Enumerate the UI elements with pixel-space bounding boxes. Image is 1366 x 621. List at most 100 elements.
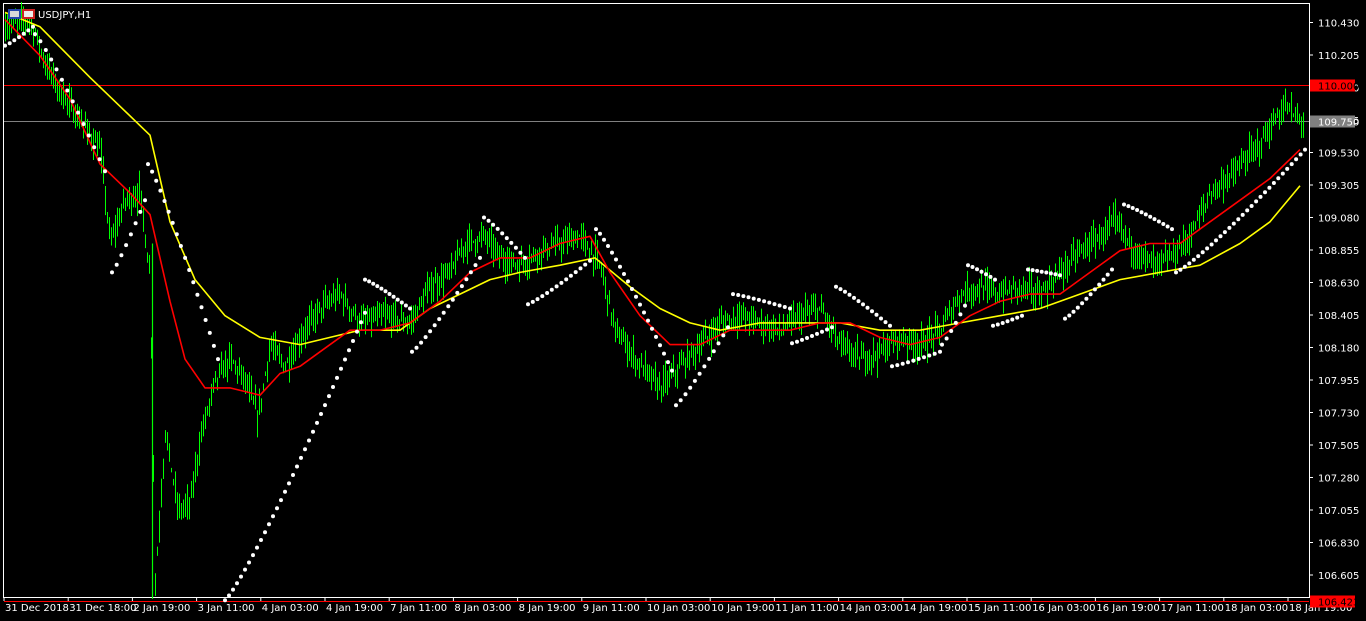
sar-dot	[408, 306, 412, 311]
sar-dot	[43, 48, 48, 52]
sar-dot	[146, 162, 150, 167]
sar-dot	[1122, 202, 1126, 207]
sar-dot	[1182, 264, 1187, 269]
sar-dot	[1196, 254, 1201, 259]
sar-dot	[86, 133, 91, 138]
sar-dot	[922, 355, 926, 360]
sar-dot	[1156, 219, 1161, 224]
sar-dot	[1249, 204, 1254, 208]
sar-dot	[468, 270, 473, 275]
sar-dot	[432, 323, 437, 328]
sar-dot	[772, 302, 777, 307]
x-tick-label: 9 Jan 11:00	[583, 603, 640, 614]
chart-canvas[interactable]: 110.430110.205109.980109.755109.530109.3…	[0, 0, 1366, 621]
sar-dot	[1205, 246, 1210, 251]
sar-dot	[174, 232, 179, 237]
sar-dot	[716, 341, 721, 346]
sar-dot	[777, 303, 782, 308]
sar-dot	[3, 43, 7, 48]
sar-dot	[355, 329, 359, 334]
sar-dot	[403, 303, 408, 308]
sar-dot	[437, 317, 442, 322]
sar-dot	[879, 316, 883, 321]
sar-dot	[741, 294, 746, 299]
x-tick-label: 3 Jan 11:00	[198, 603, 255, 614]
sar-dot	[259, 538, 263, 542]
sar-dot	[216, 357, 220, 362]
sar-dot	[143, 198, 147, 203]
y-tick-label: 108.405	[1318, 311, 1359, 322]
sar-dot	[940, 342, 944, 347]
sar-dot	[578, 266, 583, 271]
sar-dot	[1084, 296, 1089, 301]
sar-dot	[618, 264, 622, 269]
sar-dot	[890, 364, 894, 369]
sar-dot	[473, 263, 478, 268]
y-tick-label: 106.605	[1318, 571, 1359, 582]
sar-dot	[76, 110, 81, 115]
x-tick-label: 8 Jan 03:00	[454, 603, 511, 614]
sar-dot	[1035, 268, 1040, 273]
sar-dot	[1294, 157, 1299, 162]
sar-dot	[707, 356, 712, 361]
sar-dot	[1191, 257, 1196, 262]
sar-dot	[530, 299, 535, 304]
sar-dot	[606, 244, 610, 248]
x-tick-label: 4 Jan 03:00	[262, 603, 319, 614]
sar-dot	[339, 366, 343, 371]
sar-dot	[7, 41, 12, 46]
sar-dot	[1258, 194, 1263, 199]
sar-dot	[1263, 190, 1267, 195]
sar-dot	[138, 209, 143, 214]
sar-dot	[638, 302, 642, 307]
x-tick-label: 7 Jan 11:00	[390, 603, 447, 614]
y-tick-label: 109.305	[1318, 181, 1359, 192]
sar-dot	[834, 284, 838, 289]
x-tick-label: 18 Jan 03:00	[1225, 603, 1288, 614]
sar-dot	[767, 300, 772, 305]
sar-dot	[1218, 234, 1223, 239]
sar-dot	[697, 371, 702, 376]
sar-dot	[568, 273, 573, 278]
sar-dot	[1067, 313, 1072, 318]
sar-dot	[559, 280, 564, 285]
sar-dot	[1209, 242, 1214, 247]
sar-dot	[1135, 208, 1140, 212]
sar-dot	[500, 231, 505, 236]
sar-dot	[395, 297, 400, 302]
sar-dot	[888, 323, 892, 328]
sar-dot	[927, 353, 932, 358]
sar-dot	[666, 360, 670, 365]
sar-dot	[944, 336, 949, 341]
sar-dot	[949, 329, 954, 333]
sar-dot	[110, 270, 114, 275]
sar-dot	[1039, 269, 1044, 274]
sar-dot	[275, 506, 279, 511]
sar-dot	[478, 255, 482, 260]
sar-dot	[810, 334, 814, 338]
sar-dot	[227, 593, 231, 598]
sar-dot	[158, 188, 163, 193]
sar-dot	[38, 39, 43, 44]
sar-dot	[721, 333, 726, 338]
sar-dot	[327, 394, 331, 399]
sar-dot	[1231, 221, 1236, 226]
sar-dot	[916, 356, 921, 361]
sar-dot	[674, 403, 678, 408]
sar-dot	[1280, 171, 1285, 176]
sar-dot	[59, 77, 64, 82]
sar-dot	[984, 272, 988, 277]
sar-dot	[953, 320, 958, 325]
sar-dot	[790, 341, 794, 346]
sar-dot	[482, 215, 486, 220]
sar-dot	[702, 364, 707, 369]
y-tick-label: 107.730	[1318, 409, 1359, 420]
sar-dot	[367, 279, 372, 284]
sar-dot	[303, 447, 307, 452]
sar-dot	[1110, 267, 1114, 272]
x-tick-label: 8 Jan 19:00	[519, 603, 576, 614]
sar-dot	[1222, 230, 1227, 235]
sar-dot	[291, 473, 295, 477]
sar-dot	[1227, 225, 1232, 230]
sar-dot	[594, 227, 598, 232]
